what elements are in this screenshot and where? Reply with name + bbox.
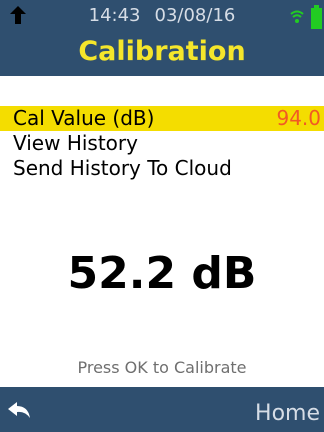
back-arrow-icon[interactable] <box>6 400 34 422</box>
header-bar: 14:43 03/08/16 Calibration <box>0 0 324 76</box>
battery-icon <box>311 5 322 29</box>
page-title: Calibration <box>78 36 246 67</box>
status-date: 03/08/16 <box>154 5 236 26</box>
menu-item-cal-value[interactable]: Cal Value (dB) 94.0 <box>0 106 324 131</box>
home-button[interactable]: Home <box>255 401 320 426</box>
status-clock: 14:43 03/08/16 <box>0 5 324 26</box>
menu-item-label: View History <box>13 131 138 155</box>
footer-bar: Home <box>0 387 324 432</box>
menu-item-label: Send History To Cloud <box>13 156 232 180</box>
cal-value: 94.0 <box>276 106 321 130</box>
menu-item-send-history[interactable]: Send History To Cloud <box>0 156 324 181</box>
status-time: 14:43 <box>88 5 141 26</box>
menu-item-view-history[interactable]: View History <box>0 131 324 156</box>
level-reading: 52.2 dB <box>67 248 257 299</box>
calibrate-hint: Press OK to Calibrate <box>77 358 247 377</box>
wifi-icon <box>290 10 304 23</box>
menu-list: Cal Value (dB) 94.0 View History Send Hi… <box>0 106 324 181</box>
menu-item-label: Cal Value (dB) <box>13 106 155 130</box>
